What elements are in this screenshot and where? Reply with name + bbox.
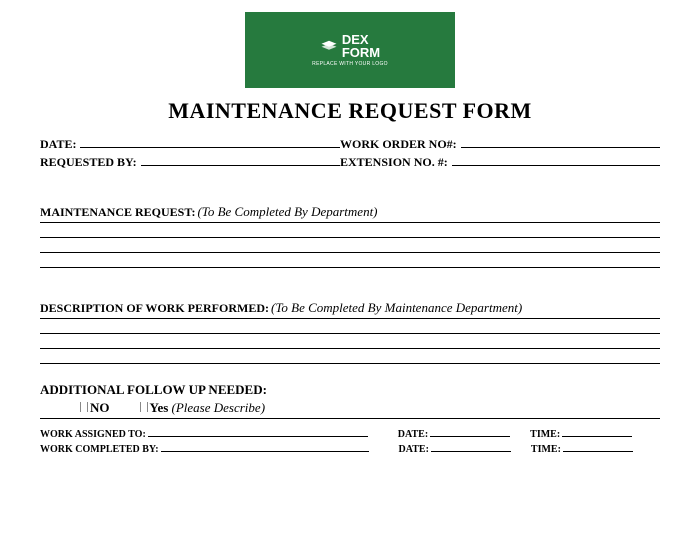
no-checkbox[interactable] (80, 402, 88, 412)
completed-time-input[interactable] (563, 442, 633, 452)
logo-subtitle: REPLACE WITH YOUR LOGO (312, 61, 388, 67)
logo-text-2: FORM (342, 46, 380, 59)
work-order-input[interactable] (461, 136, 660, 148)
yes-label: Yes (150, 400, 169, 416)
describe-label: (Please Describe) (172, 400, 266, 416)
date-label: DATE: (40, 137, 76, 152)
assigned-date-label: DATE: (398, 429, 428, 440)
assigned-time-label: TIME: (530, 429, 560, 440)
work-order-label: WORK ORDER NO#: (340, 137, 457, 152)
assigned-label: WORK ASSIGNED TO: (40, 429, 146, 440)
extension-input[interactable] (452, 154, 660, 166)
maintenance-request-note: (To Be Completed By Department) (197, 204, 377, 220)
completed-time-label: TIME: (531, 444, 561, 455)
date-input[interactable] (80, 136, 340, 148)
assigned-input[interactable] (148, 427, 368, 437)
work-performed-header: DESCRIPTION OF WORK PERFORMED: (To Be Co… (40, 300, 660, 319)
maintenance-request-lines[interactable] (40, 223, 660, 268)
extension-label: EXTENSION NO. #: (340, 155, 448, 170)
page-title: MAINTENANCE REQUEST FORM (40, 98, 660, 124)
work-performed-note: (To Be Completed By Maintenance Departme… (271, 300, 522, 316)
completed-input[interactable] (161, 442, 369, 452)
requested-by-label: REQUESTED BY: (40, 155, 137, 170)
work-performed-label: DESCRIPTION OF WORK PERFORMED: (40, 301, 269, 316)
no-label: NO (90, 400, 110, 416)
completed-date-label: DATE: (399, 444, 429, 455)
book-icon (320, 39, 338, 53)
completed-date-input[interactable] (431, 442, 511, 452)
assigned-time-input[interactable] (562, 427, 632, 437)
maintenance-request-label: MAINTENANCE REQUEST: (40, 205, 195, 220)
logo-banner: DEX FORM REPLACE WITH YOUR LOGO (245, 12, 455, 88)
work-performed-lines[interactable] (40, 319, 660, 364)
maintenance-request-header: MAINTENANCE REQUEST: (To Be Completed By… (40, 204, 660, 223)
requested-by-input[interactable] (141, 154, 340, 166)
followup-header: ADDITIONAL FOLLOW UP NEEDED: (40, 382, 660, 398)
assigned-date-input[interactable] (430, 427, 510, 437)
yes-checkbox[interactable] (140, 402, 148, 412)
completed-label: WORK COMPLETED BY: (40, 444, 159, 455)
